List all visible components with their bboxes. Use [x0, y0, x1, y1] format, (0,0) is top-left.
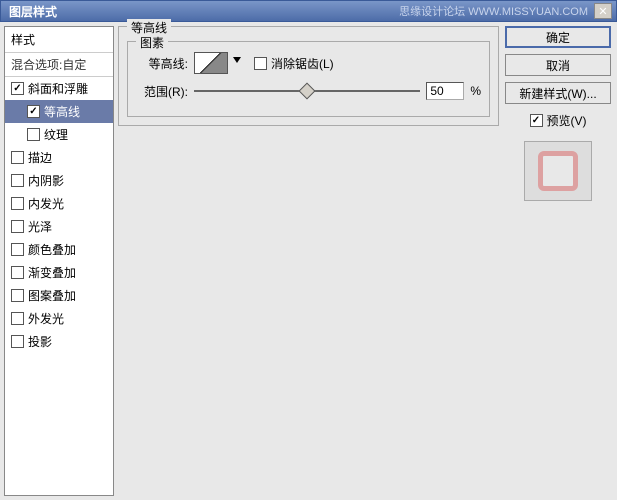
range-slider[interactable] — [194, 82, 420, 100]
elements-group: 图素 等高线: 消除锯齿(L) 范围(R): — [127, 41, 490, 117]
style-item[interactable]: 投影 — [5, 330, 113, 353]
checkbox-icon[interactable] — [11, 266, 24, 279]
checkbox-icon[interactable] — [11, 82, 24, 95]
style-item[interactable]: 外发光 — [5, 307, 113, 330]
checkbox-icon[interactable] — [11, 289, 24, 302]
style-item-label: 纹理 — [44, 126, 68, 143]
style-item-label: 外发光 — [28, 310, 64, 327]
style-item-label: 投影 — [28, 333, 52, 350]
style-item-label: 渐变叠加 — [28, 264, 76, 281]
preview-shape — [538, 151, 578, 191]
blend-options[interactable]: 混合选项:自定 — [5, 53, 113, 77]
dialog-body: 样式 混合选项:自定 斜面和浮雕等高线纹理描边内阴影内发光光泽颜色叠加渐变叠加图… — [0, 22, 617, 500]
style-item[interactable]: 描边 — [5, 146, 113, 169]
range-row: 范围(R): % — [136, 82, 481, 100]
style-item[interactable]: 颜色叠加 — [5, 238, 113, 261]
new-style-button[interactable]: 新建样式(W)... — [505, 82, 611, 104]
close-button[interactable]: ✕ — [594, 3, 612, 19]
preview-checkbox[interactable]: 预览(V) — [530, 112, 587, 129]
checkbox-icon[interactable] — [27, 105, 40, 118]
range-input[interactable] — [426, 82, 464, 100]
checkbox-icon[interactable] — [27, 128, 40, 141]
checkbox-icon — [530, 114, 543, 127]
button-column: 确定 取消 新建样式(W)... 预览(V) — [503, 26, 613, 496]
range-unit: % — [470, 84, 481, 98]
style-item[interactable]: 内发光 — [5, 192, 113, 215]
style-item[interactable]: 斜面和浮雕 — [5, 77, 113, 100]
style-item-label: 描边 — [28, 149, 52, 166]
ok-button[interactable]: 确定 — [505, 26, 611, 48]
style-item[interactable]: 图案叠加 — [5, 284, 113, 307]
checkbox-icon[interactable] — [11, 151, 24, 164]
checkbox-icon[interactable] — [11, 197, 24, 210]
checkbox-icon — [254, 57, 267, 70]
cancel-button[interactable]: 取消 — [505, 54, 611, 76]
watermark: 思缘设计论坛 WWW.MISSYUAN.COM — [399, 3, 588, 19]
preview-box — [524, 141, 592, 201]
checkbox-icon[interactable] — [11, 243, 24, 256]
style-item[interactable]: 内阴影 — [5, 169, 113, 192]
style-item-label: 图案叠加 — [28, 287, 76, 304]
styles-header[interactable]: 样式 — [5, 27, 113, 53]
checkbox-icon[interactable] — [11, 312, 24, 325]
contour-row: 等高线: 消除锯齿(L) — [136, 52, 481, 74]
contour-label: 等高线: — [136, 55, 188, 72]
style-item-label: 斜面和浮雕 — [28, 80, 88, 97]
settings-panel: 等高线 图素 等高线: 消除锯齿(L) 范围(R): — [118, 26, 499, 496]
window-title: 图层样式 — [9, 3, 399, 20]
contour-group: 等高线 图素 等高线: 消除锯齿(L) 范围(R): — [118, 26, 499, 126]
style-item-label: 颜色叠加 — [28, 241, 76, 258]
range-label: 范围(R): — [136, 83, 188, 100]
styles-list: 斜面和浮雕等高线纹理描边内阴影内发光光泽颜色叠加渐变叠加图案叠加外发光投影 — [5, 77, 113, 353]
titlebar: 图层样式 思缘设计论坛 WWW.MISSYUAN.COM ✕ — [0, 0, 617, 22]
checkbox-icon[interactable] — [11, 335, 24, 348]
checkbox-icon[interactable] — [11, 174, 24, 187]
style-item[interactable]: 光泽 — [5, 215, 113, 238]
style-item-label: 内阴影 — [28, 172, 64, 189]
style-item-label: 等高线 — [44, 103, 80, 120]
style-item[interactable]: 等高线 — [5, 100, 113, 123]
styles-panel: 样式 混合选项:自定 斜面和浮雕等高线纹理描边内阴影内发光光泽颜色叠加渐变叠加图… — [4, 26, 114, 496]
elements-legend: 图素 — [136, 34, 168, 51]
checkbox-icon[interactable] — [11, 220, 24, 233]
main-area: 等高线 图素 等高线: 消除锯齿(L) 范围(R): — [118, 26, 613, 496]
style-item-label: 光泽 — [28, 218, 52, 235]
style-item[interactable]: 渐变叠加 — [5, 261, 113, 284]
style-item-label: 内发光 — [28, 195, 64, 212]
preview-label: 预览(V) — [547, 112, 587, 129]
antialias-checkbox[interactable]: 消除锯齿(L) — [254, 55, 334, 72]
contour-picker[interactable] — [194, 52, 228, 74]
antialias-label: 消除锯齿(L) — [271, 55, 334, 72]
style-item[interactable]: 纹理 — [5, 123, 113, 146]
